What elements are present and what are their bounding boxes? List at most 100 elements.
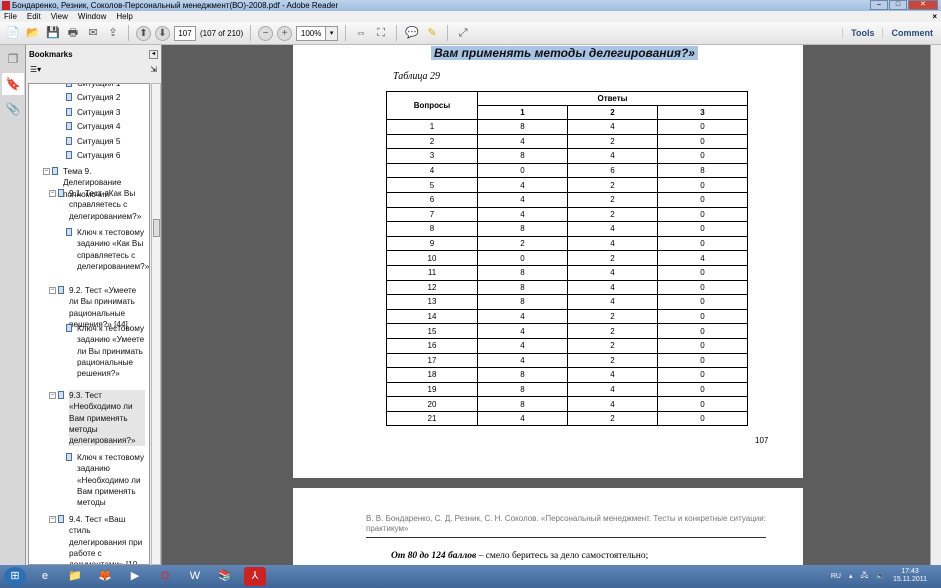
comment-tab[interactable]: Comment [882,28,941,38]
score-advice: – смело беритесь за дело самостоятельно; [476,551,649,561]
collapse-toggle[interactable]: − [49,392,56,399]
full-screen-icon[interactable]: ⤢ [455,25,471,41]
winrar-icon[interactable]: 📚 [214,567,236,586]
next-page-button[interactable]: ⬇ [155,25,170,41]
tools-tab[interactable]: Tools [842,28,882,38]
close-document-icon[interactable]: × [932,11,937,22]
menu-file[interactable]: File [4,11,17,22]
bookmark-icon [58,515,64,523]
scrollbar-thumb[interactable] [153,219,160,237]
answer-score: 2 [566,337,658,354]
share-icon[interactable]: ⇪ [105,25,121,41]
bookmark-icon [66,228,72,236]
answer-score: 4 [566,221,658,237]
bookmark-icon [58,189,64,197]
fit-page-icon[interactable]: ⛶ [373,25,389,41]
word-icon[interactable]: W [184,567,206,586]
answer-score: 8 [656,162,749,179]
media-player-icon[interactable]: ▶ [124,567,146,586]
comment-icon[interactable]: 💬 [404,25,420,41]
answer-score: 4 [477,191,568,208]
answer-score: 2 [566,410,658,427]
language-indicator[interactable]: RU [831,573,841,580]
table-caption: Таблица 29 [393,71,440,82]
bookmark-item[interactable]: − 9.3. Тест «Необходимо ли Вам применять … [49,390,145,447]
bookmarks-scrollbar[interactable] [151,83,161,565]
attachments-icon[interactable]: 📎 [2,98,24,120]
answer-score: 8 [477,381,568,398]
table-row: 15 4 2 0 [386,323,749,339]
answer-score: 2 [566,133,658,150]
options-menu-icon[interactable]: ☰▾ [30,65,41,74]
bookmark-item[interactable]: Ситуация 1 [66,84,147,89]
open-icon[interactable]: 📂 [25,25,41,41]
question-number: 20 [386,396,478,412]
email-icon[interactable]: ✉ [85,25,101,41]
bookmarks-icon[interactable]: 🔖 [2,73,24,95]
create-pdf-icon[interactable]: 📄 [5,25,21,41]
clock[interactable]: 17:43 15.11.2011 [893,568,927,584]
bookmark-label: Ситуация 2 [77,93,121,102]
save-icon[interactable]: 💾 [45,25,61,41]
collapse-toggle[interactable]: − [49,516,56,523]
bookmark-label: Ключ к тестовому заданию «Умеете ли Вы п… [77,324,145,379]
menu-view[interactable]: View [51,11,68,22]
bookmark-item[interactable]: Ситуация 6 [66,150,147,161]
zoom-in-button[interactable]: + [277,25,293,41]
table-row: 13 8 4 0 [386,294,749,310]
collapse-toggle[interactable]: − [43,168,50,175]
expand-bookmark-icon[interactable]: ⇲ [150,65,157,74]
tray-expand-icon[interactable]: ▴ [849,572,853,580]
bookmark-item[interactable]: Ситуация 2 [66,92,147,103]
bookmark-item[interactable]: Ситуация 4 [66,121,147,132]
header-answer-2: 2 [566,105,658,120]
menu-help[interactable]: Help [116,11,132,22]
zoom-out-button[interactable]: − [258,25,274,41]
menu-window[interactable]: Window [78,11,106,22]
zoom-input[interactable]: 100% [296,25,327,41]
collapse-panel-button[interactable]: ◂ [149,50,158,59]
volume-icon[interactable]: 🔈 [876,572,885,580]
menu-edit[interactable]: Edit [27,11,41,22]
bookmark-label: 9.1. Тест «Как Вы справляетесь с делегир… [69,189,142,221]
answer-score: 0 [656,264,749,281]
start-button[interactable]: ⊞ [4,567,26,586]
table-row: 12 8 4 0 [386,279,749,296]
opera-icon[interactable]: O [154,567,176,586]
previous-page-button[interactable]: ⬆ [136,25,151,41]
print-icon[interactable]: 🖶 [65,25,81,41]
network-icon[interactable]: 🖧 [860,571,868,582]
firefox-icon[interactable]: 🦊 [94,567,116,586]
zoom-dropdown[interactable]: ▾ [326,25,339,41]
bookmarks-panel: Bookmarks ◂ ☰▾ ⇲ Ситуация 1 Ситуация 2 Ситуа… [26,45,162,565]
bookmark-item[interactable]: − 9.4. Тест «Ваш стиль делегирования при … [49,514,145,564]
adobe-reader-icon[interactable]: ⅄ [244,567,266,586]
highlight-icon[interactable]: ✎ [424,25,440,41]
bookmark-icon [66,137,72,145]
bookmark-icon [66,84,72,87]
minimize-button[interactable]: – [870,0,888,10]
bookmark-item[interactable]: − 9.1. Тест «Как Вы справляетесь с делеги… [49,188,145,222]
collapse-toggle[interactable]: − [49,287,56,294]
collapse-toggle[interactable]: − [49,190,56,197]
bookmark-item[interactable]: Ситуация 5 [66,136,147,147]
page-number-input[interactable]: 107 [174,25,196,41]
bookmark-item[interactable]: Ключ к тестовому заданию «Умеете ли Вы п… [66,323,149,379]
answer-score: 0 [656,119,749,135]
document-scrollbar[interactable] [930,45,941,565]
bookmark-icon [66,122,72,130]
maximize-button[interactable]: □ [889,0,907,10]
answer-score: 8 [477,279,568,296]
header-answer-3: 3 [656,105,749,120]
ie-icon[interactable]: e [34,567,56,586]
bookmark-item[interactable]: Ключ к тестовому заданию «Необходимо ли … [66,452,149,508]
bookmark-item[interactable]: Ситуация 3 [66,107,147,118]
pages-icon[interactable]: ❐ [2,48,24,70]
fit-width-icon[interactable]: ⇔ [353,25,369,41]
table-row: 4068 [386,162,749,179]
close-button[interactable]: ✕ [908,0,938,10]
bookmarks-title: Bookmarks [29,50,73,59]
bookmark-item[interactable]: Ключ к тестовому заданию «Как Вы справля… [66,227,149,272]
question-number: 17 [386,352,478,369]
explorer-icon[interactable]: 📁 [64,567,86,586]
